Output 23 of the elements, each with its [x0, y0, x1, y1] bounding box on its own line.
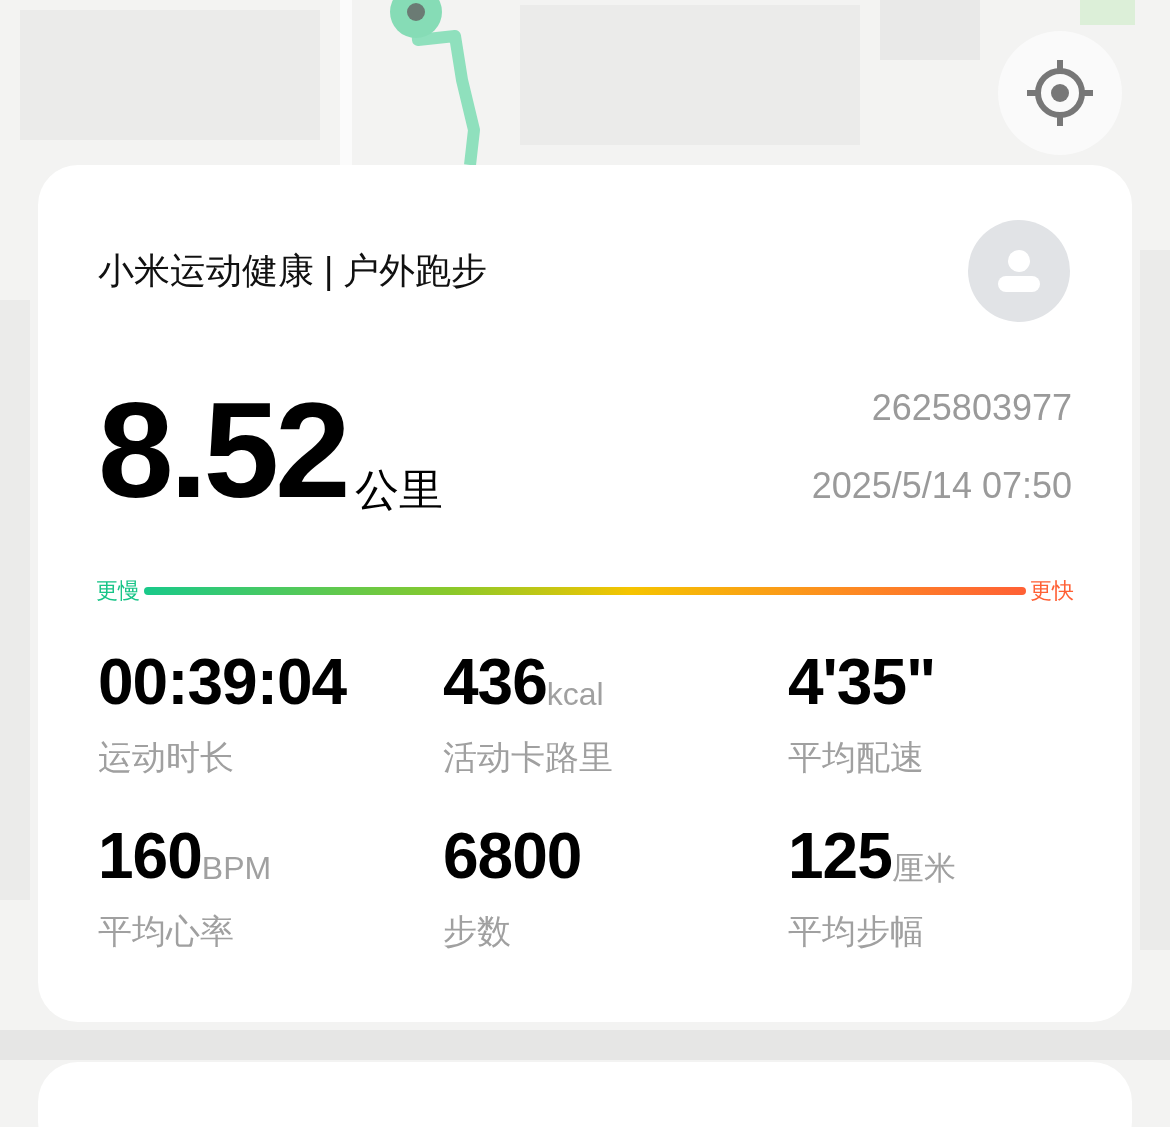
- workout-datetime: 2025/5/14 07:50: [811, 468, 1072, 504]
- stat-label: 运动时长: [98, 740, 235, 774]
- stat-label: 活动卡路里: [443, 740, 614, 774]
- stat-value: 436: [443, 650, 547, 714]
- app-title: 小米运动健康 | 户外跑步: [98, 253, 488, 289]
- faster-label: 更快: [1030, 580, 1074, 602]
- stat-value: 00:39:04: [98, 650, 347, 714]
- stat-value: 160: [98, 824, 202, 888]
- stat-label: 平均心率: [98, 914, 235, 948]
- stat-unit: kcal: [546, 678, 604, 710]
- locate-icon: [1025, 58, 1095, 128]
- stat-label: 平均配速: [788, 740, 925, 774]
- stat-value: 6800: [443, 824, 582, 888]
- slower-label: 更慢: [96, 580, 140, 602]
- stat-label: 步数: [443, 914, 512, 948]
- stat-unit: BPM: [201, 852, 272, 884]
- stat-label: 平均步幅: [788, 914, 925, 948]
- account-id: 2625803977: [871, 390, 1072, 426]
- stat-value: 4'35": [788, 650, 936, 714]
- distance-value: 8.52: [98, 382, 347, 518]
- stat-value: 125: [788, 824, 892, 888]
- stat-unit: 厘米: [891, 852, 956, 884]
- distance-unit: 公里: [354, 468, 443, 512]
